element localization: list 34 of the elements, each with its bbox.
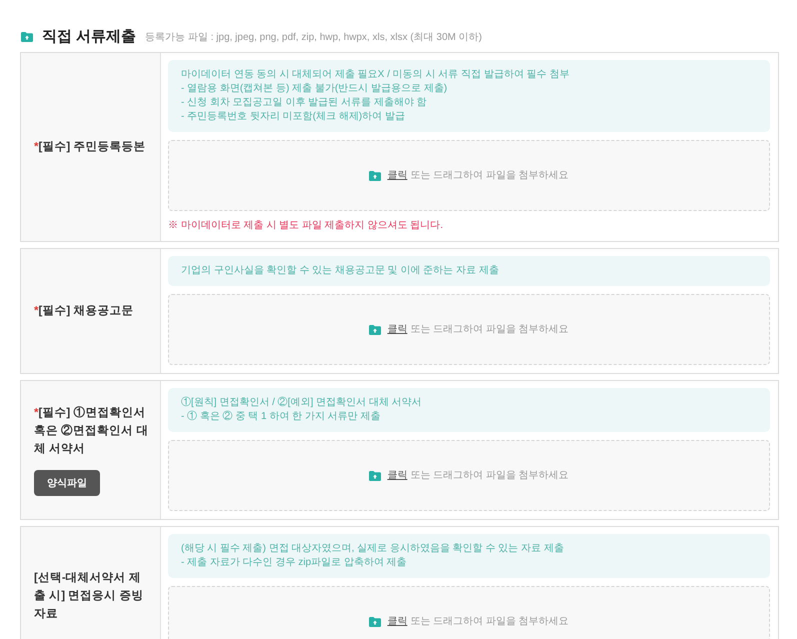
folder-upload-icon (369, 470, 382, 480)
drop-hint: 또는 드래그하여 파일을 첨부하세요 (410, 323, 569, 337)
file-types-hint: 등록가능 파일 : jpg, jpeg, png, pdf, zip, hwp, hwpx, xls, xlsx (최대 30M 이하) (145, 30, 482, 44)
folder-upload-icon (369, 170, 382, 180)
info-text: - 열람용 화면(캡쳐본 등) 제출 불가(반드시 발급용으로 제출) (181, 82, 448, 96)
file-drop-zone[interactable]: 클릭 또는 드래그하여 파일을 첨부하세요 (168, 440, 770, 511)
document-label: *[필수] ①면접확인서 혹은 ②면접확인서 대체 서약서 (34, 405, 150, 457)
info-text: - 제출 자료가 다수인 경우 zip파일로 압축하여 제출 (181, 556, 407, 570)
click-link[interactable]: 클릭 (387, 322, 408, 337)
document-label: *[필수] 주민등록등본 (34, 140, 146, 155)
form-file-button[interactable]: 양식파일 (34, 470, 100, 496)
info-text: (해당 시 필수 제출) 면접 대상자였으며, 실제로 응시하였음을 확인할 수 있는 자료 제출 (181, 542, 564, 556)
click-link[interactable]: 클릭 (387, 468, 408, 483)
info-text: - ① 혹은 ② 중 택 1 하여 한 가지 서류만 제출 (181, 410, 380, 424)
folder-upload-icon (369, 324, 382, 334)
document-label: *[필수] 채용공고문 (34, 304, 134, 319)
click-link[interactable]: 클릭 (387, 614, 408, 629)
drop-hint: 또는 드래그하여 파일을 첨부하세요 (410, 469, 569, 483)
document-label: [선택-대체서약서 제출 시] 면접응시 증빙자료 (34, 571, 144, 622)
file-drop-zone[interactable]: 클릭 또는 드래그하여 파일을 첨부하세요 (168, 140, 770, 211)
folder-upload-icon (369, 616, 382, 626)
info-text: - 신청 회차 모집공고일 이후 발급된 서류를 제출해야 함 (181, 96, 427, 110)
folder-upload-icon (21, 32, 33, 42)
info-text: 기업의 구인사실을 확인할 수 있는 채용공고문 및 이에 준하는 자료 제출 (181, 264, 499, 278)
file-drop-zone[interactable]: 클릭 또는 드래그하여 파일을 첨부하세요 (168, 586, 770, 639)
mydata-note: ※ 마이데이터로 제출 시 별도 파일 제출하지 않으셔도 됩니다. (168, 219, 444, 233)
click-link[interactable]: 클릭 (387, 168, 408, 183)
info-text: 마이데이터 연동 동의 시 대체되어 제출 필요X / 미동의 시 서류 직접 발급하여 필수 첨부 (181, 68, 570, 82)
info-text: ①[원칙] 면접확인서 / ②[예외] 면접확인서 대체 서약서 (181, 396, 422, 410)
section-title: 직접 서류제출 (42, 26, 136, 47)
info-text: - 주민등록번호 뒷자리 미포함(체크 해제)하여 발급 (181, 110, 405, 124)
file-drop-zone[interactable]: 클릭 또는 드래그하여 파일을 첨부하세요 (168, 294, 770, 365)
drop-hint: 또는 드래그하여 파일을 첨부하세요 (410, 615, 569, 629)
drop-hint: 또는 드래그하여 파일을 첨부하세요 (410, 169, 569, 183)
